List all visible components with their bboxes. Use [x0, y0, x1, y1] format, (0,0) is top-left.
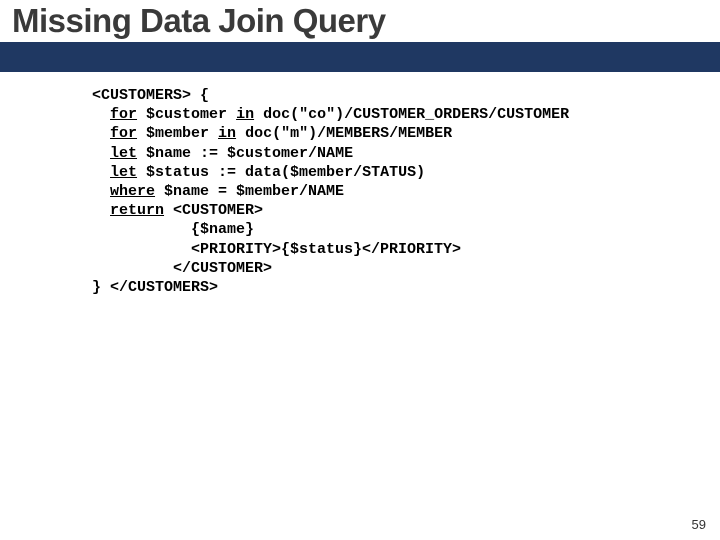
- code-text: <CUSTOMER>: [164, 202, 263, 219]
- code-block: <CUSTOMERS> { for $customer in doc("co")…: [92, 86, 720, 297]
- code-line: } </CUSTOMERS>: [92, 279, 218, 296]
- code-text: $member: [137, 125, 218, 142]
- code-text: doc("co")/CUSTOMER_ORDERS/CUSTOMER: [254, 106, 569, 123]
- keyword-in: in: [218, 125, 236, 142]
- code-text: doc("m")/MEMBERS/MEMBER: [236, 125, 452, 142]
- keyword-in: in: [236, 106, 254, 123]
- code-line: </CUSTOMER>: [92, 260, 272, 277]
- code-text: $name := $customer/NAME: [137, 145, 353, 162]
- code-line: <CUSTOMERS> {: [92, 87, 209, 104]
- code-line: <PRIORITY>{$status}</PRIORITY>: [92, 241, 461, 258]
- slide-title: Missing Data Join Query: [0, 2, 720, 42]
- code-text: $status := data($member/STATUS): [137, 164, 425, 181]
- keyword-where: where: [110, 183, 155, 200]
- page-number: 59: [692, 517, 706, 532]
- code-text: $customer: [137, 106, 236, 123]
- keyword-let: let: [110, 164, 137, 181]
- keyword-let: let: [110, 145, 137, 162]
- code-text: $name = $member/NAME: [155, 183, 344, 200]
- title-bar: Missing Data Join Query: [0, 0, 720, 42]
- keyword-return: return: [110, 202, 164, 219]
- header-band: [0, 42, 720, 72]
- keyword-for: for: [110, 106, 137, 123]
- keyword-for: for: [110, 125, 137, 142]
- code-line: {$name}: [92, 221, 254, 238]
